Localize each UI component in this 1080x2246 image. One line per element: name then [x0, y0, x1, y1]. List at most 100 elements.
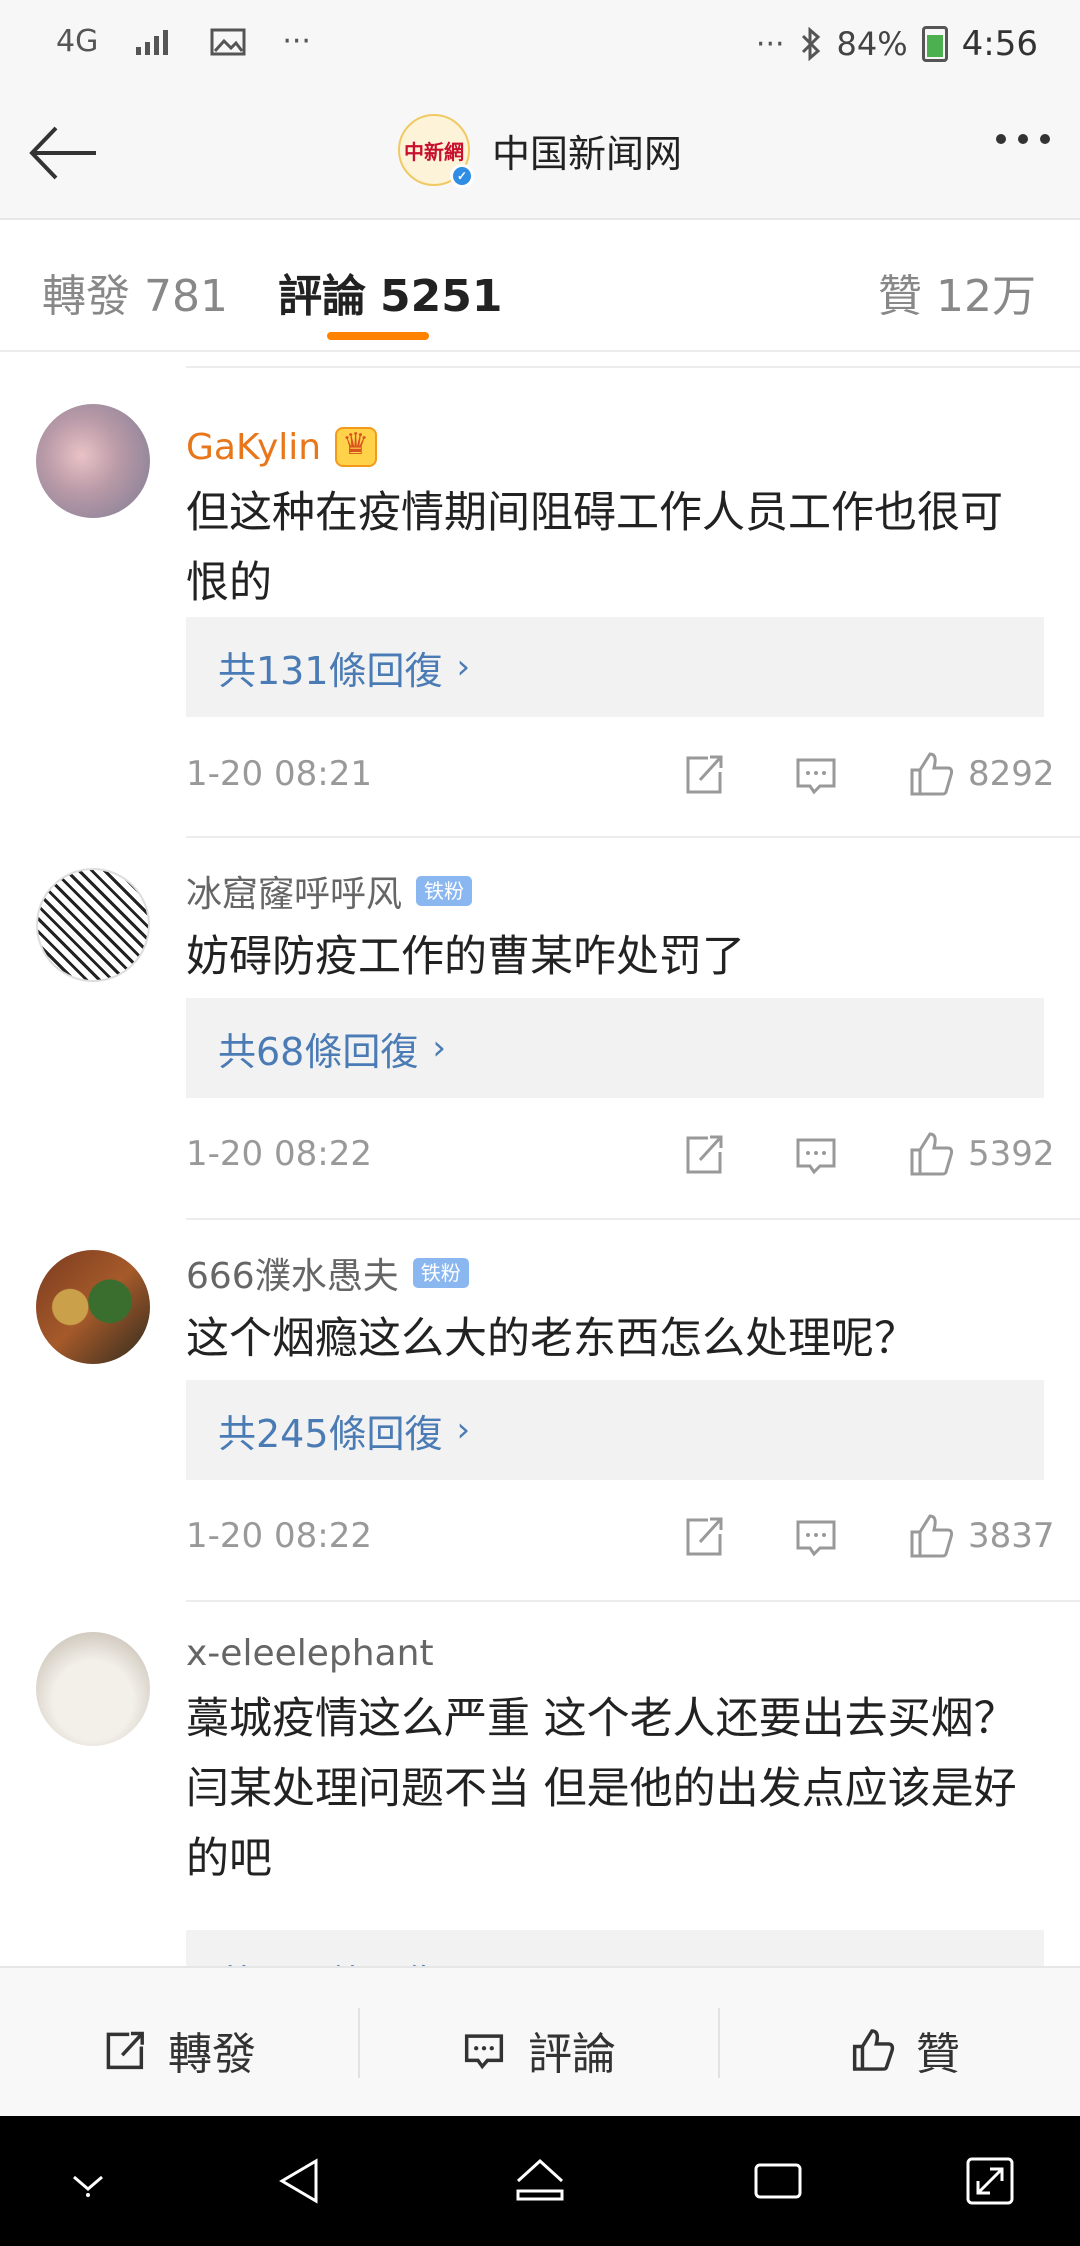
comment-time: 1-20 08:21 — [186, 754, 372, 794]
dot-icon — [1040, 134, 1050, 144]
tab-label: 評論 — [278, 271, 366, 322]
avatar[interactable] — [36, 868, 150, 982]
comment-meta: 1-20 08:21 8292 — [186, 744, 1055, 804]
share-icon[interactable] — [672, 1124, 732, 1184]
comment-icon[interactable] — [786, 1124, 846, 1184]
thumbs-up-icon[interactable] — [900, 1506, 960, 1566]
tab-label: 轉發 — [42, 271, 130, 322]
tab-comments[interactable]: 評論 5251 — [278, 260, 502, 324]
like-count: 3837 — [968, 1516, 1055, 1556]
avatar[interactable] — [36, 1632, 150, 1746]
replies-link[interactable]: 共131條回復 › — [186, 617, 1044, 717]
comment-icon[interactable] — [786, 1506, 846, 1566]
comment-time: 1-20 08:22 — [186, 1516, 372, 1556]
recent-apps-icon[interactable] — [748, 2151, 808, 2211]
comment-text: 但这种在疫情期间阻碍工作人员工作也很可恨的 — [186, 488, 1003, 608]
tab-likes[interactable]: 贊 12万 — [878, 260, 1036, 324]
comment-author[interactable]: 冰窟窿呼呼风 铁粉 — [186, 866, 1044, 916]
divider — [186, 1218, 1080, 1220]
avatar[interactable] — [36, 1250, 150, 1364]
signal-icon — [136, 29, 169, 55]
repost-label: 轉發 — [168, 2029, 256, 2080]
page-title: 中国新闻网 — [492, 131, 683, 176]
expand-icon[interactable] — [960, 2151, 1020, 2211]
logo-text: 中新網 — [404, 139, 464, 164]
username[interactable]: GaKylin — [186, 427, 321, 468]
comment-meta: 1-20 08:22 5392 — [186, 1124, 1055, 1184]
comment-author[interactable]: GaKylin — [186, 422, 1044, 472]
like-count: 5392 — [968, 1134, 1055, 1174]
fan-badge: 铁粉 — [416, 876, 473, 906]
image-icon — [210, 28, 246, 55]
replies-count: 共68條回復 — [218, 1029, 419, 1074]
comment-author[interactable]: x-eleelephant — [186, 1628, 1044, 1678]
action-bar: 轉發 評論 贊 — [0, 1966, 1080, 2118]
dot-icon — [1018, 134, 1028, 144]
comment-icon[interactable] — [786, 744, 846, 804]
divider — [358, 2008, 360, 2078]
replies-link[interactable]: 共175條回復 › — [186, 1930, 1044, 1967]
replies-link[interactable]: 共245條回復 › — [186, 1380, 1044, 1480]
vip-crown-icon — [335, 427, 378, 467]
verified-icon: ✓ — [450, 164, 474, 188]
replies-count: 共131條回復 — [218, 648, 443, 693]
username[interactable]: x-eleelephant — [186, 1633, 434, 1674]
chevron-right-icon: › — [456, 1410, 471, 1450]
chevron-right-icon: › — [432, 1028, 446, 1068]
bluetooth-icon — [801, 27, 820, 61]
chevron-right-icon: › — [456, 647, 471, 687]
more-status: ··· — [755, 26, 785, 62]
dot-icon — [996, 134, 1006, 144]
comment-meta: 1-20 08:22 3837 — [186, 1506, 1055, 1566]
home-icon[interactable] — [510, 2151, 570, 2211]
back-nav-icon[interactable] — [272, 2151, 332, 2211]
comment-icon — [464, 2034, 504, 2070]
divider — [718, 2008, 720, 2078]
username[interactable]: 666濮水愚夫 — [186, 1247, 399, 1299]
account-avatar[interactable]: 中新網 ✓ — [398, 114, 474, 188]
like-count: 8292 — [968, 754, 1055, 794]
system-nav-bar — [0, 2116, 1080, 2246]
active-tab-indicator — [327, 332, 429, 340]
comment-author[interactable]: 666濮水愚夫 铁粉 — [186, 1248, 1044, 1298]
tab-count: 12万 — [936, 271, 1036, 322]
comment-text: 妨碍防疫工作的曹某咋处罚了 — [186, 932, 745, 982]
replies-link[interactable]: 共68條回復 › — [186, 998, 1044, 1098]
chevron-down-icon[interactable] — [58, 2151, 118, 2211]
clock: 4:56 — [961, 24, 1038, 64]
comment-button[interactable]: 評論 — [458, 2018, 616, 2082]
status-bar: 4G ··· ··· 84% 4:56 — [0, 0, 1080, 90]
like-button[interactable]: 贊 — [846, 2018, 960, 2082]
comment-text: 藁城疫情这么严重 这个老人还要出去买烟？ 闫某处理问题不当 但是他的出发点应该是… — [186, 1694, 1017, 1884]
share-icon[interactable] — [672, 1506, 732, 1566]
more-options-button[interactable] — [996, 134, 1050, 144]
account-header[interactable]: 中新網 ✓ 中国新闻网 — [398, 114, 683, 188]
username[interactable]: 冰窟窿呼呼风 — [186, 865, 402, 917]
network-type: 4G — [56, 24, 99, 59]
repost-button[interactable]: 轉發 — [98, 2018, 256, 2082]
comment-list[interactable]: GaKylin 但这种在疫情期间阻碍工作人员工作也很可恨的 共131條回復 › … — [0, 352, 1080, 1967]
arrow-left-icon — [29, 126, 96, 180]
like-label: 贊 — [916, 2029, 960, 2080]
comment-time: 1-20 08:22 — [186, 1134, 372, 1174]
avatar[interactable] — [36, 404, 150, 518]
tab-label: 贊 — [878, 271, 922, 322]
replies-count: 共175條回復 — [218, 1953, 443, 1968]
tab-bar: 轉發 781 評論 5251 贊 12万 — [0, 218, 1080, 352]
thumbs-up-icon[interactable] — [900, 1124, 960, 1184]
thumbs-up-icon — [852, 2029, 895, 2071]
divider — [186, 836, 1080, 838]
tab-count: 781 — [144, 271, 228, 322]
share-icon[interactable] — [672, 744, 732, 804]
divider — [186, 1600, 1080, 1602]
fan-badge: 铁粉 — [412, 1258, 469, 1288]
back-button[interactable] — [24, 118, 104, 188]
battery-percent: 84% — [836, 25, 908, 63]
divider — [186, 366, 1080, 368]
more-notifications: ··· — [282, 24, 311, 59]
comment-text: 这个烟瘾这么大的老东西怎么处理呢？ — [186, 1314, 917, 1364]
share-icon — [106, 2031, 144, 2070]
tab-reposts[interactable]: 轉發 781 — [42, 260, 228, 324]
tab-count: 5251 — [380, 271, 503, 322]
thumbs-up-icon[interactable] — [900, 744, 960, 804]
